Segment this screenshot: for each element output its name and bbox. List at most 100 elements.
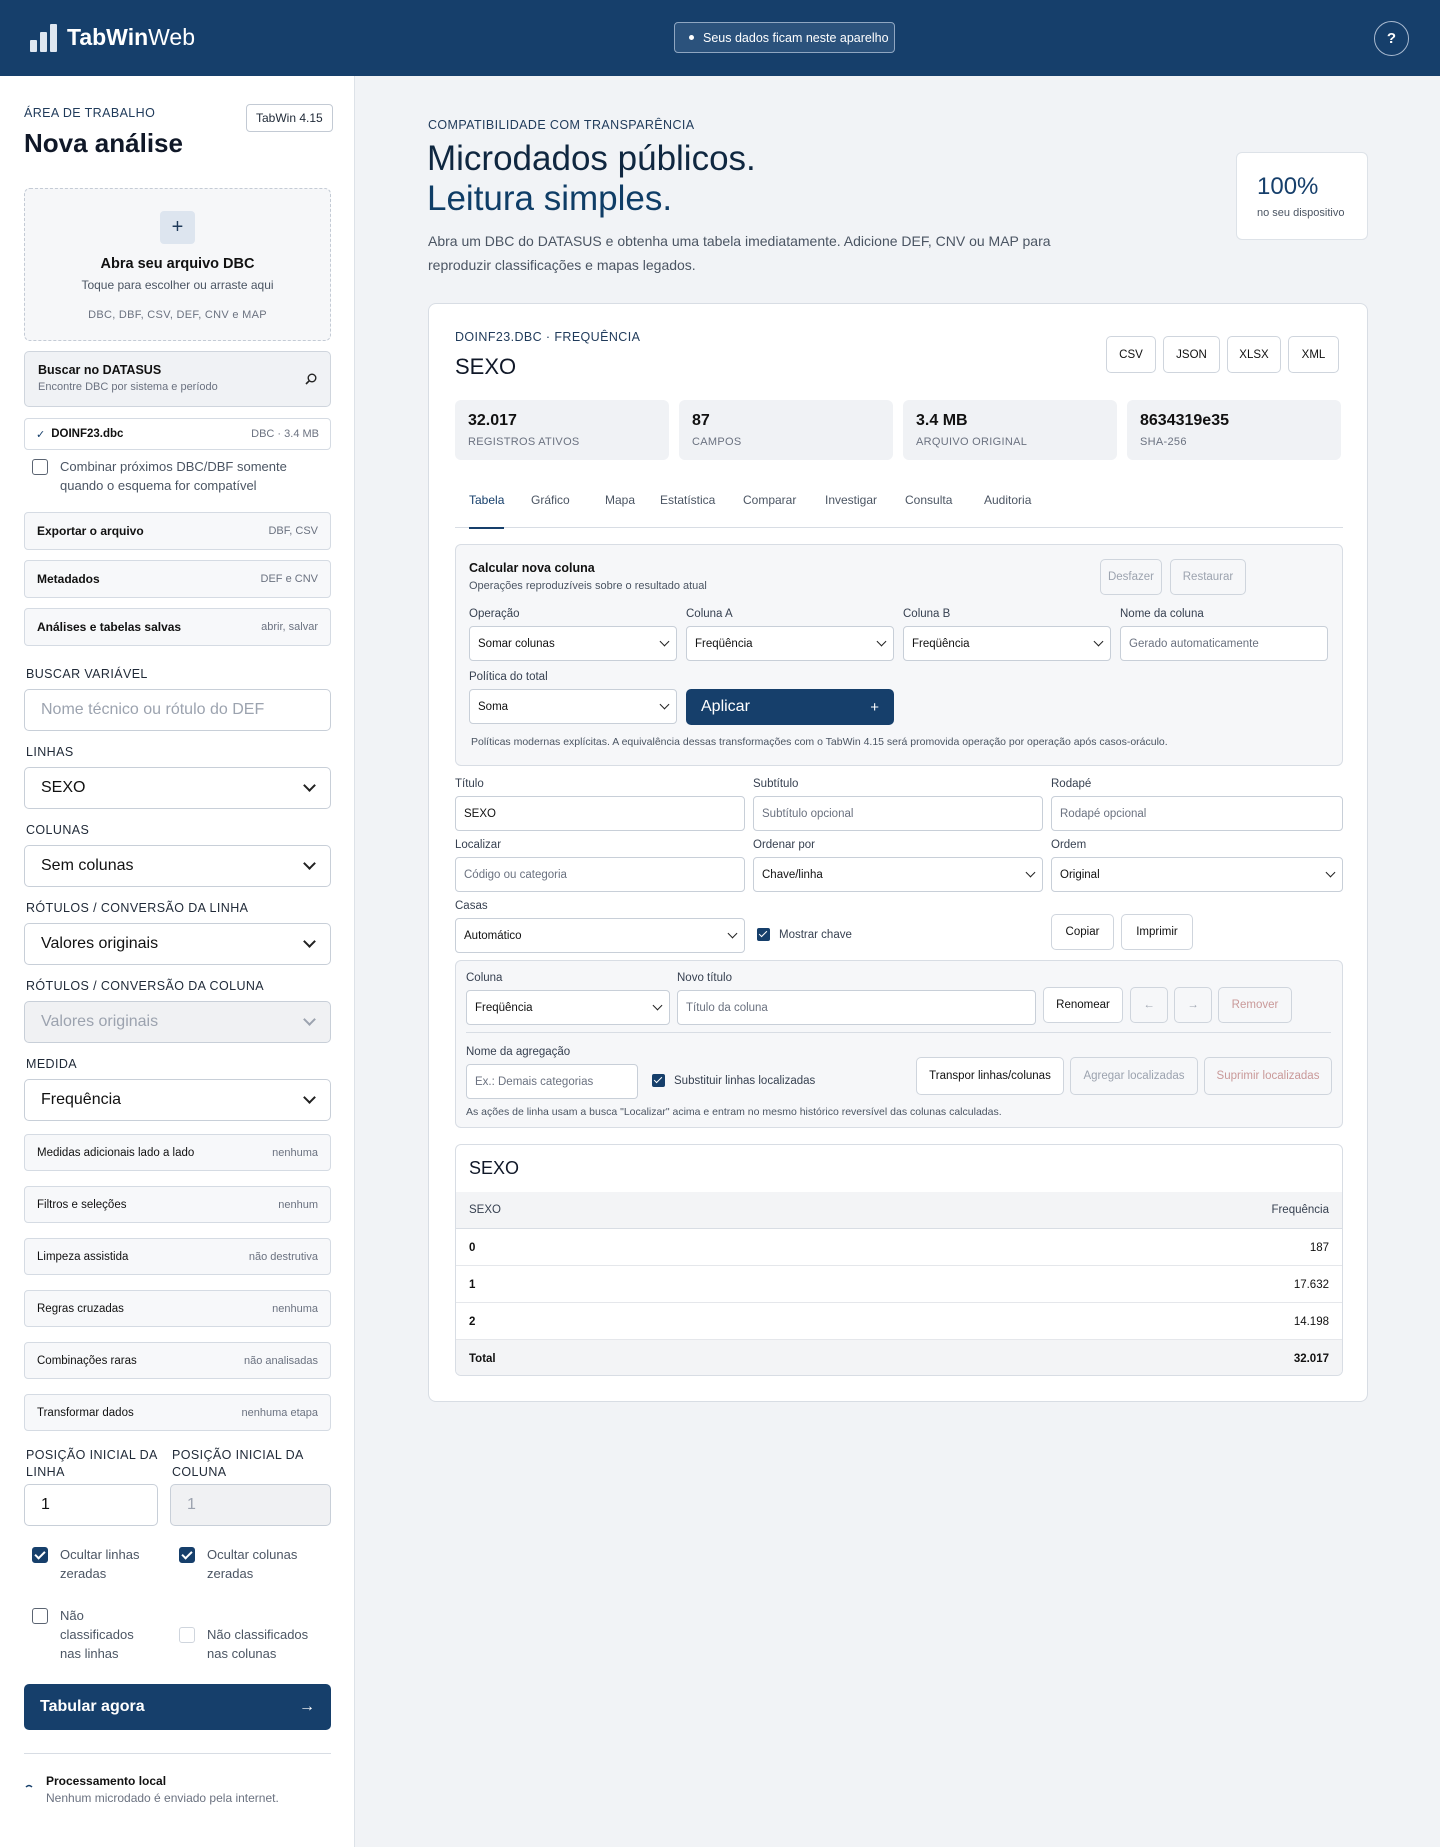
show-key-checkbox[interactable] <box>757 928 770 941</box>
unclassified-rows-option[interactable]: Não classificados nas linhas <box>32 1606 157 1663</box>
rare-combinations-section[interactable]: Combinações raras não analisadas <box>24 1342 331 1379</box>
tabulate-button[interactable]: Tabular agora → <box>24 1684 331 1730</box>
tab-grafico[interactable]: Gráfico <box>531 492 570 528</box>
datasus-search-button[interactable]: Buscar no DATASUS Encontre DBC por siste… <box>24 351 331 407</box>
hero-title: Microdados públicos. Leitura simples. <box>427 139 756 219</box>
stat-label: CAMPOS <box>692 436 742 448</box>
total-policy-select[interactable]: Soma <box>469 689 677 724</box>
local-title: Processamento local <box>46 1774 167 1788</box>
export-xml-button[interactable]: XML <box>1288 336 1339 373</box>
column-b-select[interactable]: Freqüência <box>903 626 1111 661</box>
row-value: 17.632 <box>1293 1279 1329 1291</box>
measure-select[interactable]: Frequência <box>24 1079 331 1121</box>
hide-zero-cols-option[interactable]: Ocultar colunas zeradas <box>179 1545 319 1583</box>
sort-select[interactable]: Chave/linha <box>753 857 1043 892</box>
order-value: Original <box>1060 868 1100 881</box>
datasus-title: Buscar no DATASUS <box>38 363 162 377</box>
loaded-file[interactable]: ✓ DOINF23.dbc DBC · 3.4 MB <box>24 418 331 450</box>
extra-measures-section[interactable]: Medidas adicionais lado a lado nenhuma <box>24 1134 331 1171</box>
tab-tabela[interactable]: Tabela <box>469 492 505 529</box>
move-left-button[interactable]: ← <box>1130 987 1168 1023</box>
file-dropzone[interactable]: + Abra seu arquivo DBC Toque para escolh… <box>24 188 331 341</box>
show-key-option[interactable]: Mostrar chave <box>757 928 852 941</box>
brand[interactable]: TabWinWeb <box>30 22 195 52</box>
local-subtitle: Nenhum microdado é enviado pela internet… <box>46 1791 279 1805</box>
rows-select[interactable]: SEXO <box>24 767 331 809</box>
stat-hash: 8634319e35 SHA-256 <box>1127 400 1341 460</box>
remove-button[interactable]: Remover <box>1218 987 1292 1023</box>
replace-rows-checkbox[interactable] <box>652 1074 665 1087</box>
aggregation-name-input[interactable]: Ex.: Demais categorias <box>466 1064 638 1099</box>
unclassified-rows-checkbox[interactable] <box>32 1608 48 1624</box>
stat-value: 87 <box>692 412 710 429</box>
apply-button[interactable]: Aplicar + <box>686 689 894 725</box>
transform-section[interactable]: Transformar dados nenhuma etapa <box>24 1394 331 1431</box>
search-variable-input[interactable]: Nome técnico ou rótulo do DEF <box>24 689 331 731</box>
operation-select[interactable]: Somar colunas <box>469 626 677 661</box>
tab-estatistica[interactable]: Estatística <box>660 492 715 528</box>
columns-select[interactable]: Sem colunas <box>24 845 331 887</box>
restore-button[interactable]: Restaurar <box>1170 559 1246 595</box>
saved-analyses-section[interactable]: Análises e tabelas salvas abrir, salvar <box>24 608 331 646</box>
export-xlsx-button[interactable]: XLSX <box>1227 336 1281 373</box>
hero-title-line2: Leitura simples. <box>427 179 673 218</box>
tab-investigar[interactable]: Investigar <box>825 492 877 528</box>
section-value: DEF e CNV <box>260 573 318 585</box>
hide-zero-rows-checkbox[interactable] <box>32 1547 48 1563</box>
suppress-button[interactable]: Suprimir localizadas <box>1204 1057 1332 1095</box>
header-value[interactable]: Frequência <box>1271 1204 1329 1216</box>
help-button[interactable]: ? <box>1374 21 1409 56</box>
combine-option[interactable]: Combinar próximos DBC/DBF somente quando… <box>32 457 332 495</box>
table-total-row: Total 32.017 <box>456 1340 1342 1375</box>
export-csv-button[interactable]: CSV <box>1106 336 1156 373</box>
new-title-input[interactable]: Título da coluna <box>677 990 1036 1025</box>
filters-section[interactable]: Filtros e seleções nenhum <box>24 1186 331 1223</box>
aggregate-button[interactable]: Agregar localizadas <box>1070 1057 1198 1095</box>
column-a-select[interactable]: Freqüência <box>686 626 894 661</box>
hide-zero-cols-checkbox[interactable] <box>179 1547 195 1563</box>
move-right-button[interactable]: → <box>1174 987 1212 1023</box>
copy-button[interactable]: Copiar <box>1051 914 1114 950</box>
start-row-input[interactable]: 1 <box>24 1484 158 1526</box>
title-input[interactable]: SEXO <box>455 796 745 831</box>
column-name-input[interactable]: Gerado automaticamente <box>1120 626 1328 661</box>
brand-name-light: Web <box>148 23 196 50</box>
tab-mapa[interactable]: Mapa <box>605 492 635 528</box>
cleaning-section[interactable]: Limpeza assistida não destrutiva <box>24 1238 331 1275</box>
tab-auditoria[interactable]: Auditoria <box>984 492 1031 528</box>
header-key[interactable]: SEXO <box>469 1204 501 1216</box>
print-button[interactable]: Imprimir <box>1121 914 1193 950</box>
undo-button[interactable]: Desfazer <box>1100 559 1162 595</box>
find-input[interactable]: Código ou categoria <box>455 857 745 892</box>
measure-label: MEDIDA <box>26 1057 78 1071</box>
hide-zero-cols-label: Ocultar colunas zeradas <box>207 1547 298 1581</box>
stat-value: 3.4 MB <box>916 412 968 429</box>
footer-input[interactable]: Rodapé opcional <box>1051 796 1343 831</box>
dropzone-title: Abra seu arquivo DBC <box>100 256 255 272</box>
tab-comparar[interactable]: Comparar <box>743 492 796 528</box>
metadata-section[interactable]: Metadados DEF e CNV <box>24 560 331 598</box>
row-labels-select[interactable]: Valores originais <box>24 923 331 965</box>
stat-label: SHA-256 <box>1140 436 1187 448</box>
cross-rules-section[interactable]: Regras cruzadas nenhuma <box>24 1290 331 1327</box>
order-select[interactable]: Original <box>1051 857 1343 892</box>
combine-checkbox[interactable] <box>32 459 48 475</box>
table-header: SEXO Frequência <box>456 1192 1342 1229</box>
decimals-select[interactable]: Automático <box>455 918 745 953</box>
rename-button[interactable]: Renomear <box>1043 987 1123 1023</box>
chevron-down-icon <box>303 1091 316 1104</box>
stat-records: 32.017 REGISTROS ATIVOS <box>455 400 669 460</box>
subtitle-input[interactable]: Subtítulo opcional <box>753 796 1043 831</box>
replace-rows-label: Substituir linhas localizadas <box>674 1074 816 1087</box>
export-json-button[interactable]: JSON <box>1163 336 1220 373</box>
hide-zero-rows-option[interactable]: Ocultar linhas zeradas <box>32 1545 157 1583</box>
local-processing-note: Processamento local Nenhum microdado é en… <box>24 1774 279 1805</box>
tab-consulta[interactable]: Consulta <box>905 492 952 528</box>
column-select[interactable]: Freqüência <box>466 990 670 1025</box>
chevron-down-icon <box>303 779 316 792</box>
section-value: nenhum <box>278 1198 318 1211</box>
replace-rows-option[interactable]: Substituir linhas localizadas <box>652 1074 815 1087</box>
transpose-button[interactable]: Transpor linhas/colunas <box>916 1057 1064 1095</box>
export-section[interactable]: Exportar o arquivo DBF, CSV <box>24 512 331 550</box>
privacy-indicator: Seus dados ficam neste aparelho <box>674 22 895 53</box>
